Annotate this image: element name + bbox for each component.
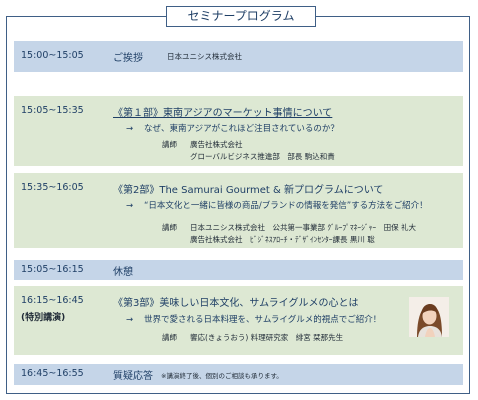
- session-heading: 《第3部》美味しい日本文化、サムライグルメの心とは: [113, 298, 359, 309]
- speaker-name: グローバルビジネス推進部 部長 駒込和貴: [190, 152, 335, 161]
- speaker-line-1: 日本ユニシス株式会社 公共第一事業部 ｸﾞﾙｰﾌﾟﾏﾈｰｼﾞｬｰ 田保 礼大: [190, 223, 417, 232]
- session-time: 16:45~16:55: [21, 368, 84, 379]
- arrow-right-icon: →: [126, 201, 134, 211]
- qa-note: ※講演終了後、個別のご相談も承ります。: [161, 372, 283, 380]
- session-part2-row: 15:35~16:05 《第2部》The Samurai Gourmet & 新…: [14, 173, 463, 248]
- session-subline: → なぜ、東南アジアがこれほど注目されているのか？: [126, 122, 339, 134]
- session-subtitle: “日本文化と一緒に皆様の商品/ブランドの情報を発信”する方法をご紹介！: [144, 201, 428, 211]
- speaker-label: 講師: [162, 333, 177, 342]
- session-break-row: 15:05~16:15 休憩: [14, 260, 463, 280]
- speaker-name: 饗応(きょうおう) 料理研究家 緋宮 栞那先生: [190, 333, 344, 342]
- special-lecture-badge: (特別講演): [21, 313, 66, 323]
- session-qa-row: 16:45~16:55 質疑応答 ※講演終了後、個別のご相談も承ります。: [14, 364, 463, 385]
- session-subtitle: なぜ、東南アジアがこれほど注目されているのか？: [144, 124, 339, 134]
- session-heading: ご挨拶: [113, 53, 143, 64]
- session-heading: 質疑応答: [113, 371, 153, 382]
- session-heading: 《第2部》The Samurai Gourmet & 新プログラムについて: [113, 185, 384, 196]
- arrow-right-icon: →: [126, 315, 134, 325]
- session-time: 15:05~16:15: [21, 264, 84, 275]
- program-title: セミナープログラム: [166, 6, 316, 27]
- session-time: 15:05~15:35: [21, 105, 84, 116]
- session-part1-row: 15:05~15:35 《第１部》東南アジアのマーケット事情について → なぜ、東…: [14, 96, 463, 166]
- session-org: 日本ユニシス株式会社: [167, 52, 242, 61]
- session-time: 15:35~16:05: [21, 182, 84, 193]
- session-time: 16:15~16:45: [21, 295, 84, 306]
- session-heading: 休憩: [113, 267, 133, 278]
- speaker-org: 廣告社株式会社: [190, 140, 243, 149]
- speaker-label: 講師: [162, 223, 177, 232]
- session-greeting-row: 15:00~15:05 ご挨拶 日本ユニシス株式会社: [14, 41, 463, 72]
- arrow-right-icon: →: [126, 124, 134, 134]
- speaker-line-2: 廣告社株式会社 ﾋﾞｼﾞﾈｽｱﾛｰﾁ・ﾃﾞｻﾞｲﾝｾﾝﾀｰ課長 黒川 聡: [190, 235, 375, 244]
- session-subline: → “日本文化と一緒に皆様の商品/ブランドの情報を発信”する方法をご紹介！: [126, 199, 428, 211]
- speaker-photo: [409, 297, 449, 337]
- session-time: 15:00~15:05: [21, 50, 84, 61]
- speaker-label: 講師: [162, 140, 177, 149]
- session-heading: 《第１部》東南アジアのマーケット事情について: [113, 108, 333, 119]
- session-subline: → 世界で愛される日本料理を、サムライグルメ的視点でご紹介！: [126, 313, 381, 325]
- session-subtitle: 世界で愛される日本料理を、サムライグルメ的視点でご紹介！: [144, 315, 382, 325]
- session-part3-row: 16:15~16:45 (特別講演) 《第3部》美味しい日本文化、サムライグルメ…: [14, 286, 463, 355]
